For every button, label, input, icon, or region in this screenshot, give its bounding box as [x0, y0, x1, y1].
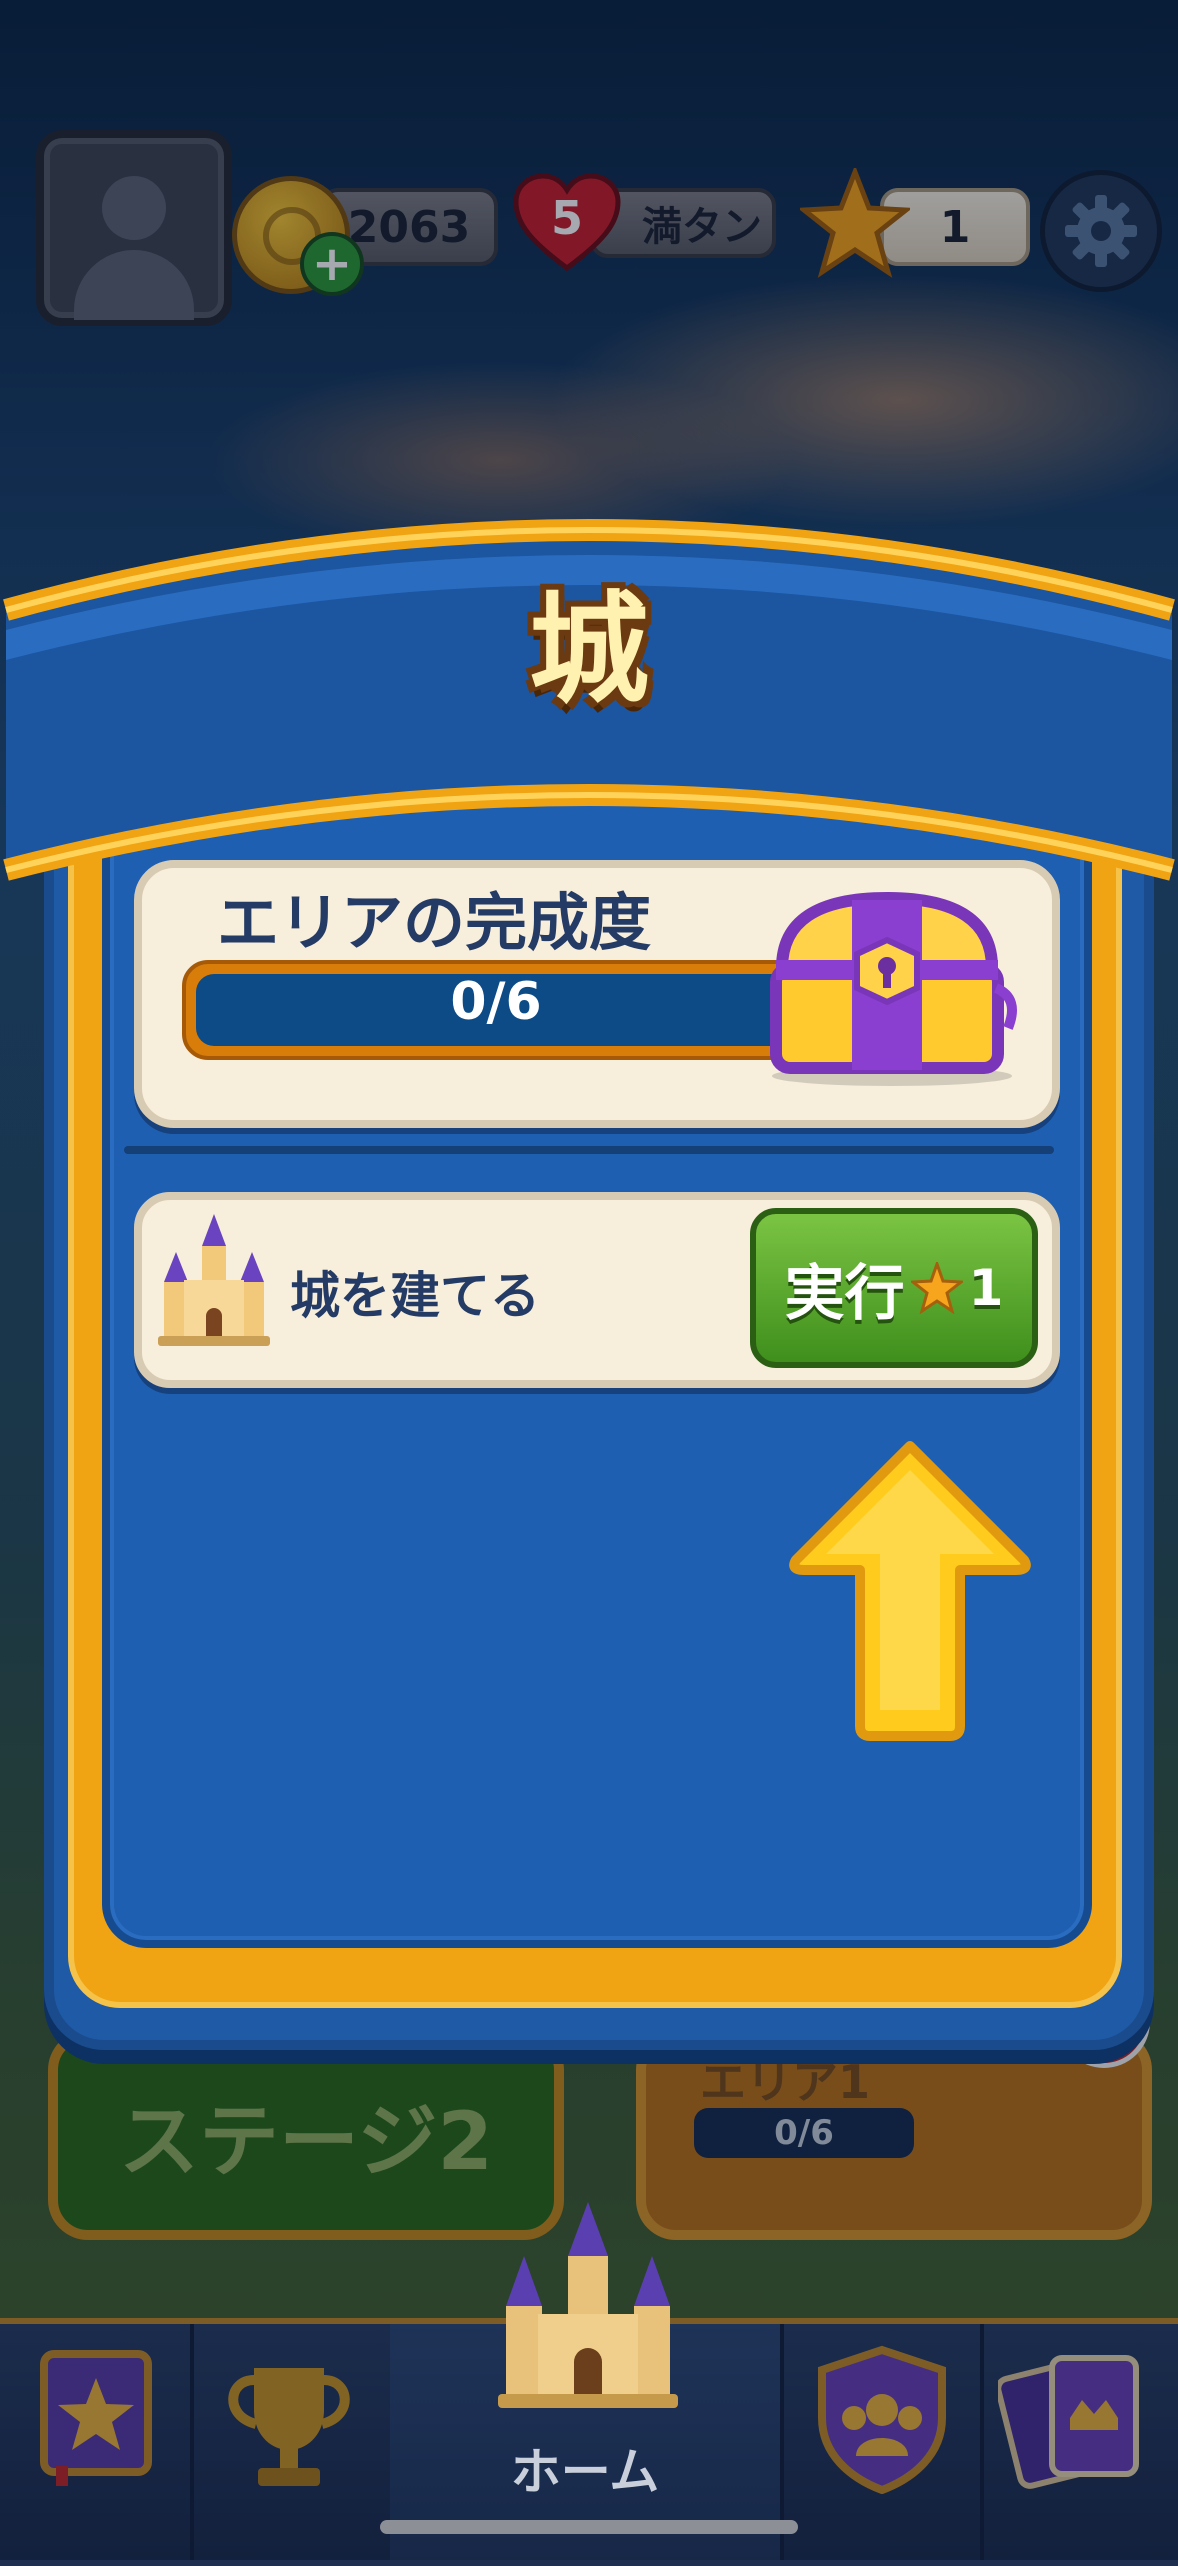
tutorial-arrow-up-icon: [789, 1441, 1031, 1741]
area-completion-title: エリアの完成度: [216, 886, 651, 959]
castle-icon: [158, 1214, 270, 1346]
star-cost-icon: [910, 1262, 963, 1314]
task-label: 城を建てる: [290, 1267, 540, 1325]
nav-home-label: ホーム: [510, 2443, 660, 2501]
area-completion-bar: 0/6: [182, 960, 810, 1060]
section-divider: [124, 1146, 1054, 1154]
treasure-chest-icon[interactable]: [752, 888, 1022, 1088]
execute-task-button[interactable]: 実行 1: [750, 1208, 1038, 1368]
castle-home-icon: [498, 2202, 678, 2408]
progress-text: 0/6: [450, 972, 542, 1032]
execute-button-cost: 1: [968, 1259, 1004, 1317]
execute-button-label: 実行: [784, 1258, 905, 1329]
panel-title: 城: [529, 581, 649, 720]
